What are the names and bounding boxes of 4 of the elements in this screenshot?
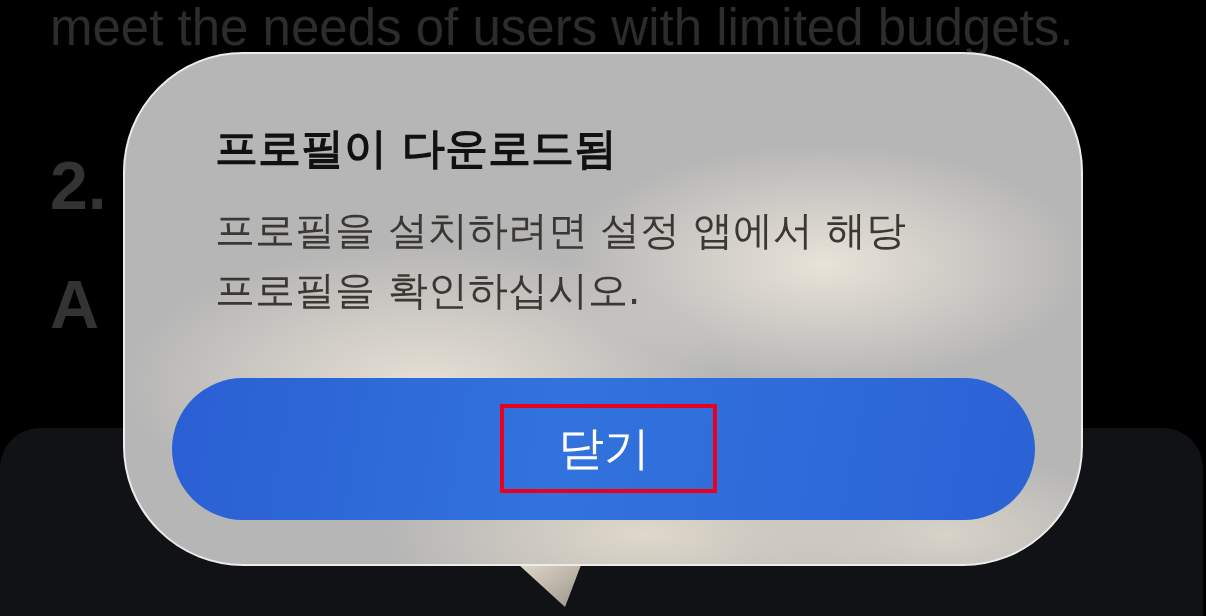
pointer-icon [519,565,581,607]
alert-title: 프로필이 다운로드됨 [215,122,617,174]
alert-message: 프로필을 설치하려면 설정 앱에서 해당 프로필을 확인하십시오. [215,206,907,315]
close-button[interactable]: 닫기 [172,378,1035,520]
